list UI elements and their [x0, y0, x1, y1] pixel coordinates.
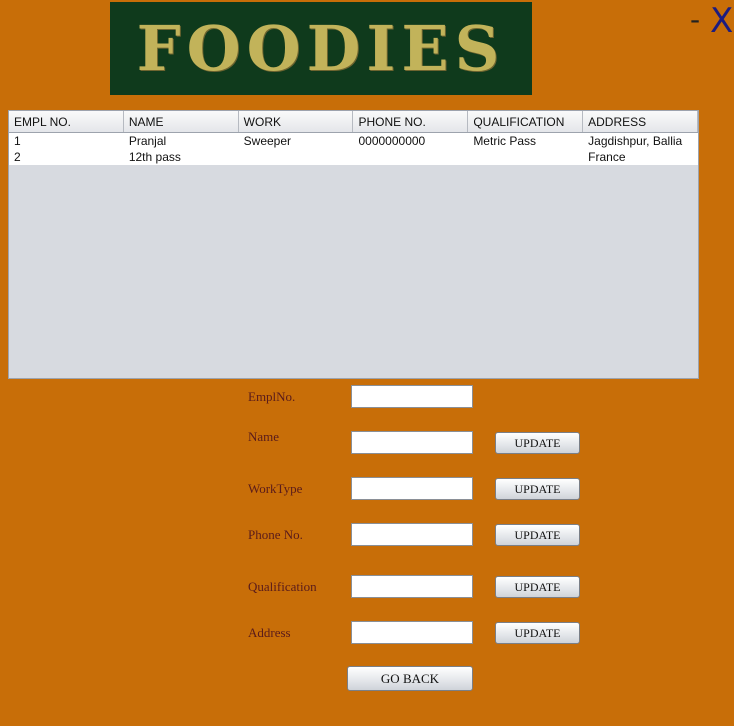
qualification-label: Qualification: [248, 579, 317, 594]
work-type-field[interactable]: [351, 477, 473, 500]
column-header-qualification[interactable]: QUALIFICATION: [468, 111, 584, 132]
close-button[interactable]: X: [710, 4, 733, 38]
phone-no-label: Phone No.: [248, 527, 303, 542]
update-phone-no-button[interactable]: UPDATE: [495, 524, 580, 546]
address-label: Address: [248, 625, 291, 640]
foodies-logo: FOODIES: [110, 2, 532, 95]
work-type-label: WorkType: [248, 481, 303, 496]
logo-text: FOODIES: [136, 12, 506, 85]
name-field[interactable]: [351, 431, 473, 454]
empl-no-label: EmplNo.: [248, 389, 296, 404]
table-cell: Metric Pass: [473, 134, 536, 148]
table-header: EMPL NO. NAME WORK PHONE NO. QUALIFICATI…: [9, 111, 698, 133]
table-cell: 0000000000: [358, 134, 426, 148]
qualification-field[interactable]: [351, 575, 473, 598]
table-cell: [468, 149, 583, 165]
table-cell: [239, 149, 354, 165]
table-cell: Pranjal: [128, 134, 167, 148]
update-name-button[interactable]: UPDATE: [495, 432, 580, 454]
table-cell: France: [588, 150, 626, 164]
empl-no-field[interactable]: [351, 385, 473, 408]
column-header-phone-no[interactable]: PHONE NO.: [353, 111, 469, 132]
table-cell: 12th pass: [128, 150, 181, 164]
minimize-button[interactable]: -: [690, 6, 700, 34]
table-row[interactable]: 1 Pranjal Sweeper 0000000000 Metric Pass…: [9, 133, 698, 149]
update-qualification-button[interactable]: UPDATE: [495, 576, 580, 598]
table-cell: 1: [14, 134, 21, 148]
table-cell: Jagdishpur, Ballia: [588, 134, 683, 148]
column-header-work[interactable]: WORK: [239, 111, 354, 132]
column-header-name[interactable]: NAME: [124, 111, 239, 132]
table-cell: [353, 149, 468, 165]
employee-table[interactable]: EMPL NO. NAME WORK PHONE NO. QUALIFICATI…: [8, 110, 699, 379]
table-cell: Sweeper: [243, 134, 292, 148]
go-back-button[interactable]: GO BACK: [347, 666, 473, 691]
table-cell: 2: [14, 150, 21, 164]
column-header-empl-no[interactable]: EMPL NO.: [9, 111, 124, 132]
address-field[interactable]: [351, 621, 473, 644]
phone-no-field[interactable]: [351, 523, 473, 546]
name-label: Name: [248, 429, 280, 444]
column-header-address[interactable]: ADDRESS: [583, 111, 698, 132]
table-row[interactable]: 2 12th pass France: [9, 149, 698, 165]
update-work-type-button[interactable]: UPDATE: [495, 478, 580, 500]
update-address-button[interactable]: UPDATE: [495, 622, 580, 644]
